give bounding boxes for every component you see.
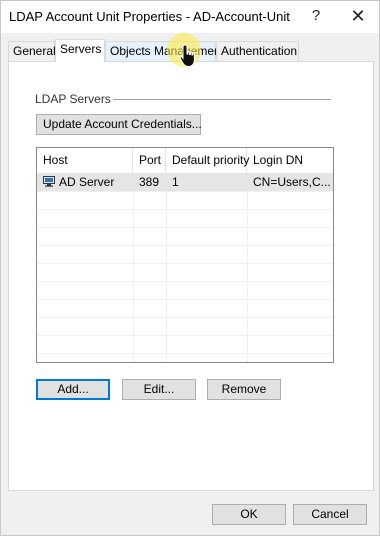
table-row[interactable]: AD Server 389 1 CN=Users,C... xyxy=(37,173,333,191)
grid-line xyxy=(37,299,333,300)
remove-server-button[interactable]: Remove xyxy=(207,379,281,400)
grid-line xyxy=(37,191,333,192)
group-divider xyxy=(113,99,331,100)
grid-line xyxy=(166,173,167,362)
column-header-default-priority[interactable]: Default priority xyxy=(166,148,249,173)
grid-line xyxy=(37,245,333,246)
dialog-window: LDAP Account Unit Properties - AD-Accoun… xyxy=(0,0,380,536)
column-header-port[interactable]: Port xyxy=(133,148,166,173)
cancel-button[interactable]: Cancel xyxy=(293,504,367,525)
cell-host: AD Server xyxy=(37,173,133,191)
grid-line xyxy=(37,209,333,210)
column-header-login-dn[interactable]: Login DN xyxy=(247,148,333,173)
list-header: Host Port Default priority Login DN xyxy=(37,148,333,173)
grid-line xyxy=(133,173,134,362)
server-host-name: AD Server xyxy=(59,175,115,189)
servers-tab-page: LDAP Servers Update Account Credentials.… xyxy=(8,61,374,491)
server-icon xyxy=(43,176,55,188)
hand-pointer-cursor-icon xyxy=(179,44,195,68)
tab-authentication[interactable]: Authentication xyxy=(216,41,299,61)
cell-default-priority: 1 xyxy=(172,175,179,189)
grid-line xyxy=(37,353,333,354)
ok-button[interactable]: OK xyxy=(212,504,286,525)
add-server-button[interactable]: Add... xyxy=(36,379,110,400)
grid-line xyxy=(37,263,333,264)
tab-general[interactable]: General xyxy=(8,41,56,61)
cell-port: 389 xyxy=(139,175,160,189)
close-button[interactable]: ✕ xyxy=(346,5,370,29)
help-button[interactable]: ? xyxy=(304,5,328,29)
window-title: LDAP Account Unit Properties - AD-Accoun… xyxy=(9,9,290,24)
ldap-servers-group-title: LDAP Servers xyxy=(35,92,111,106)
grid-line xyxy=(37,227,333,228)
ldap-servers-list[interactable]: Host Port Default priority Login DN AD S… xyxy=(36,147,334,363)
tab-servers[interactable]: Servers xyxy=(55,39,105,62)
title-bar: LDAP Account Unit Properties - AD-Accoun… xyxy=(1,1,379,33)
grid-line xyxy=(37,281,333,282)
grid-line xyxy=(37,317,333,318)
edit-server-button[interactable]: Edit... xyxy=(122,379,196,400)
column-header-host[interactable]: Host xyxy=(37,148,133,173)
update-account-credentials-button[interactable]: Update Account Credentials... xyxy=(36,114,202,135)
grid-line xyxy=(37,335,333,336)
cell-login-dn: CN=Users,C... xyxy=(253,175,331,189)
grid-line xyxy=(247,173,248,362)
